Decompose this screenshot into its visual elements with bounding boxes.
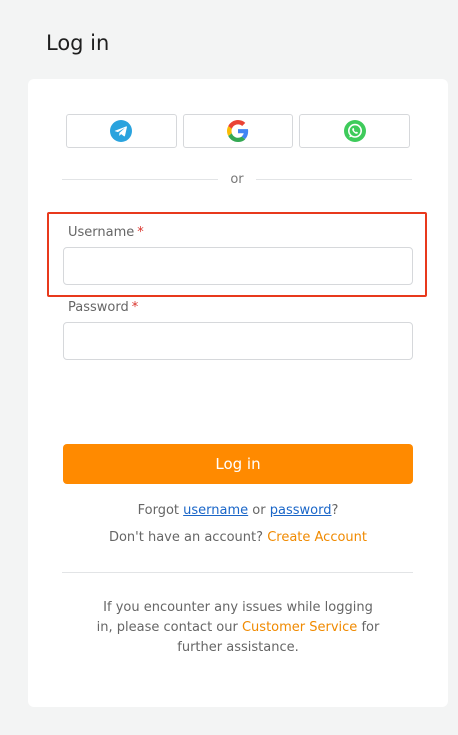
social-login-row (66, 114, 411, 148)
forgot-username-link[interactable]: username (183, 503, 248, 518)
telegram-icon (110, 120, 133, 142)
login-page: Log in or Username * Password * Log in F… (0, 0, 458, 735)
google-login-button[interactable] (182, 114, 294, 148)
whatsapp-icon (343, 120, 366, 142)
forgot-prefix: Forgot (137, 503, 180, 518)
forgot-or: or (252, 503, 266, 518)
customer-service-link[interactable]: Customer Service (242, 620, 357, 635)
help-text: If you encounter any issues while loggin… (94, 598, 382, 658)
login-button[interactable]: Log in (63, 444, 413, 484)
or-text: or (230, 171, 244, 187)
required-mark: * (137, 225, 144, 240)
google-icon (227, 120, 249, 142)
create-account-link[interactable]: Create Account (267, 530, 367, 545)
forgot-password-link[interactable]: password (270, 503, 332, 518)
divider-line-left (62, 178, 219, 180)
or-divider: or (62, 171, 412, 187)
bottom-divider (62, 572, 413, 573)
no-account-text: Don't have an account? (108, 530, 264, 545)
forgot-credentials-line: Forgot username or password? (28, 503, 448, 518)
divider-line-right (255, 178, 412, 180)
username-label: Username * (68, 225, 144, 240)
forgot-suffix: ? (331, 503, 339, 518)
create-account-line: Don't have an account? Create Account (28, 530, 448, 545)
password-input[interactable] (63, 322, 413, 360)
telegram-login-button[interactable] (66, 114, 177, 148)
page-title: Log in (46, 31, 110, 55)
login-card: or Username * Password * Log in Forgot use… (28, 79, 448, 707)
password-label: Password * (68, 300, 138, 315)
required-mark: * (131, 300, 139, 315)
username-label-text: Username (68, 225, 135, 240)
username-input[interactable] (63, 247, 413, 285)
whatsapp-login-button[interactable] (299, 114, 411, 148)
password-label-text: Password (68, 300, 129, 315)
